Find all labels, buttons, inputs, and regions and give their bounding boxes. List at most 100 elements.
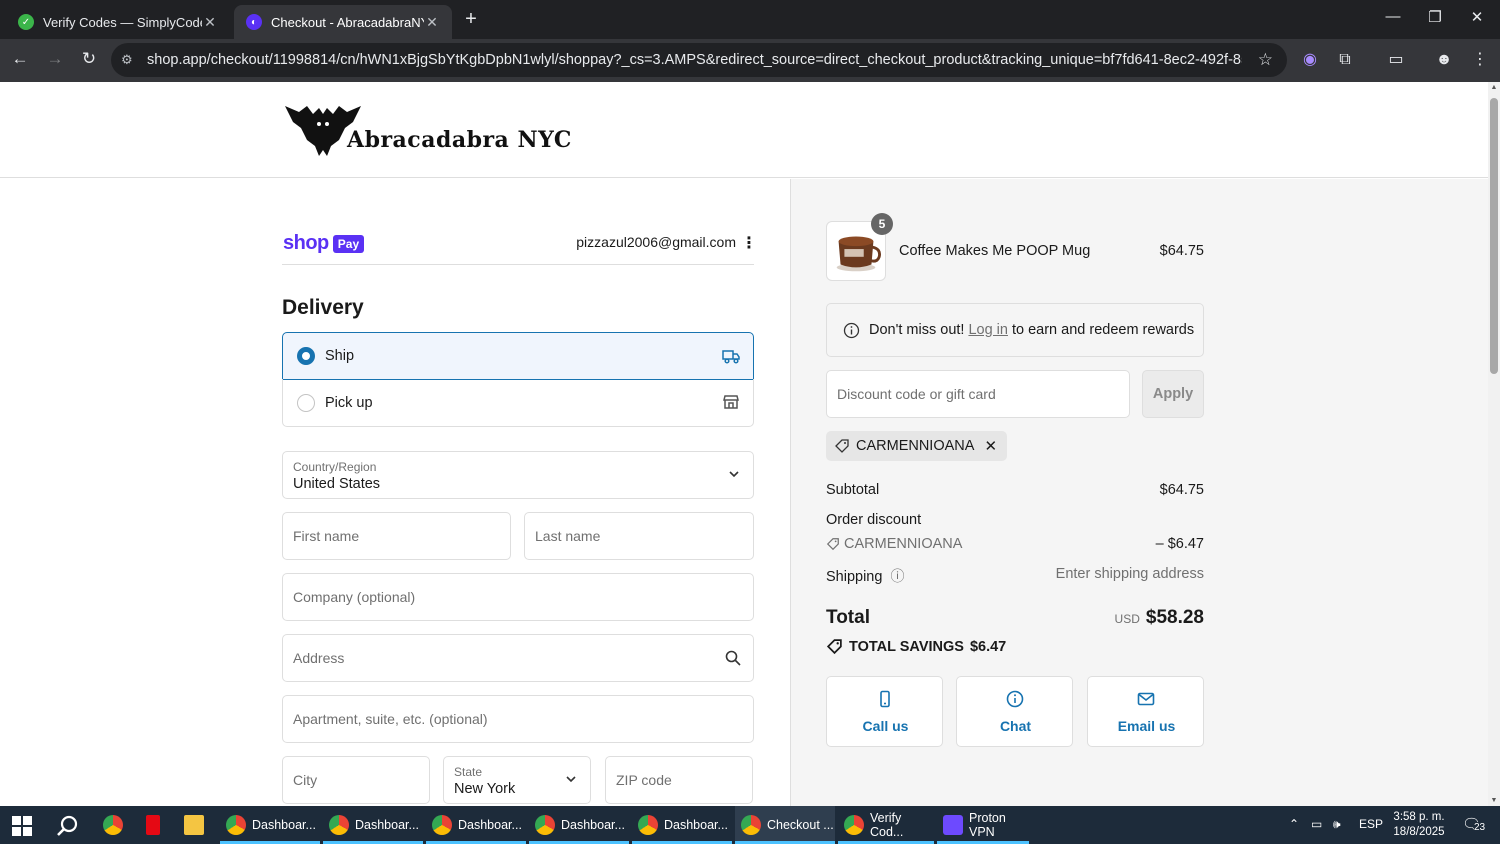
country-value: United States xyxy=(293,476,381,492)
proton-vpn-icon xyxy=(943,815,963,835)
tab-title: Verify Codes — SimplyCodes xyxy=(43,14,202,30)
browser-menu-icon[interactable]: ⋮ xyxy=(1468,48,1492,72)
taskbar-app-checkout[interactable]: Checkout ... xyxy=(735,806,835,844)
discount-code-row: CARMENNIOANA – $6.47 xyxy=(826,536,1204,555)
tab-checkout[interactable]: ◐ Checkout - AbracadabraNYC ✕ xyxy=(234,5,452,39)
close-tab-icon[interactable]: ✕ xyxy=(202,14,218,31)
shipping-help-icon[interactable]: ⓘ xyxy=(890,568,904,584)
company-placeholder: Company (optional) xyxy=(293,589,416,605)
shop-favicon-icon: ◐ xyxy=(246,14,262,30)
taskbar-app-dashboard-2[interactable]: Dashboar... xyxy=(323,806,423,844)
taskbar-app-proton-vpn[interactable]: Proton VPN xyxy=(937,806,1029,844)
reload-button[interactable]: ↻ xyxy=(77,49,101,69)
restore-button[interactable]: ❐ xyxy=(1420,8,1450,26)
close-tab-icon[interactable]: ✕ xyxy=(424,14,440,31)
language-indicator[interactable]: ESP xyxy=(1359,817,1383,831)
tray-overflow-icon[interactable]: ⌃ xyxy=(1289,817,1299,831)
scroll-up-arrow-icon[interactable]: ▲ xyxy=(1490,84,1498,91)
zip-field[interactable]: ZIP code xyxy=(605,756,753,804)
profile-avatar[interactable]: ☻ xyxy=(1432,48,1456,72)
order-discount-row: Order discount xyxy=(826,512,1204,528)
rewards-suffix: to earn and redeem rewards xyxy=(1011,322,1195,338)
url-text[interactable]: shop.app/checkout/11998814/cn/hWN1xBjgSb… xyxy=(147,52,1242,68)
shop-pay-logo: shop Pay xyxy=(283,232,365,255)
taskbar-search-icon[interactable] xyxy=(56,814,80,838)
pickup-radio[interactable] xyxy=(297,393,315,412)
apply-discount-button[interactable]: Apply xyxy=(1142,370,1204,418)
taskbar-app-dashboard-5[interactable]: Dashboar... xyxy=(632,806,732,844)
cast-icon[interactable]: ▭ xyxy=(1384,48,1408,72)
remove-discount-icon[interactable]: ✕ xyxy=(984,437,997,455)
first-name-field[interactable]: First name xyxy=(282,512,511,560)
store-header: Abracadabra NYC xyxy=(0,82,1488,178)
scroll-down-arrow-icon[interactable]: ▼ xyxy=(1490,797,1498,804)
taskbar-app-label: Checkout ... xyxy=(767,818,834,832)
windows-start-icon[interactable] xyxy=(12,816,32,836)
network-icon[interactable]: ▭ xyxy=(1311,817,1322,831)
search-icon xyxy=(725,650,741,666)
ship-radio[interactable] xyxy=(297,347,315,365)
extension-icon[interactable]: ◉ xyxy=(1298,48,1322,72)
clock-date: 18/8/2025 xyxy=(1393,826,1445,838)
call-us-label: Call us xyxy=(862,718,909,734)
notification-center-icon[interactable]: 🗨 23 xyxy=(1462,815,1486,835)
volume-icon[interactable]: 🕪 xyxy=(1333,817,1341,832)
scrollbar-thumb[interactable] xyxy=(1490,98,1498,374)
taskbar-app-dashboard-3[interactable]: Dashboar... xyxy=(426,806,526,844)
chat-button[interactable]: Chat xyxy=(956,676,1073,747)
forward-button[interactable]: → xyxy=(43,49,67,69)
company-field[interactable]: Company (optional) xyxy=(282,573,754,621)
delivery-option-pickup[interactable]: Pick up xyxy=(282,379,754,427)
extensions-puzzle-icon[interactable]: ⧉ xyxy=(1333,48,1357,72)
address-placeholder: Address xyxy=(293,650,345,666)
netflix-icon[interactable] xyxy=(146,815,160,835)
taskbar-app-label: Dashboar... xyxy=(355,818,419,832)
close-window-button[interactable]: ✕ xyxy=(1462,8,1492,26)
city-field[interactable]: City xyxy=(282,756,430,804)
apartment-field[interactable]: Apartment, suite, etc. (optional) xyxy=(282,695,754,743)
summary-discount-code: CARMENNIOANA xyxy=(844,536,963,552)
last-name-field[interactable]: Last name xyxy=(524,512,754,560)
address-field[interactable]: Address xyxy=(282,634,754,682)
chrome-profile-icon xyxy=(741,815,761,835)
rewards-prefix: Don't miss out! xyxy=(869,322,965,338)
shipping-label: Shipping xyxy=(826,569,883,585)
quantity-badge: 5 xyxy=(871,213,893,235)
taskbar-app-label: Dashboar... xyxy=(664,818,728,832)
bookmark-star-icon[interactable]: ☆ xyxy=(1258,50,1273,70)
total-currency: USD xyxy=(1114,612,1140,626)
account-menu-icon[interactable]: ⋮ xyxy=(741,233,757,253)
state-value: New York xyxy=(454,781,516,797)
back-button[interactable]: ← xyxy=(8,49,32,69)
total-savings: TOTAL SAVINGS $6.47 xyxy=(826,638,1006,655)
shop-pay-badge: Pay xyxy=(332,234,365,253)
site-settings-icon[interactable]: ⚙ xyxy=(121,52,137,68)
taskbar-app-dashboard-4[interactable]: Dashboar... xyxy=(529,806,629,844)
state-select[interactable]: State New York xyxy=(443,756,591,804)
shipping-row: Shipping ⓘ Enter shipping address xyxy=(826,566,1204,586)
taskbar-clock[interactable]: 3:58 p. m. 18/8/2025 xyxy=(1388,810,1450,840)
taskbar-app-verify-codes[interactable]: Verify Cod... xyxy=(838,806,934,844)
email-us-button[interactable]: Email us xyxy=(1087,676,1204,747)
ship-label: Ship xyxy=(325,348,355,364)
file-explorer-icon[interactable] xyxy=(184,815,204,835)
chevron-down-icon xyxy=(566,776,576,783)
discount-code-input[interactable]: Discount code or gift card xyxy=(826,370,1130,418)
country-select[interactable]: Country/Region United States xyxy=(282,451,754,499)
page-scrollbar[interactable]: ▲ ▼ xyxy=(1488,82,1500,806)
chrome-icon[interactable] xyxy=(103,815,123,835)
address-bar[interactable]: ⚙ shop.app/checkout/11998814/cn/hWN1xBjg… xyxy=(111,43,1287,77)
minimize-button[interactable]: — xyxy=(1378,8,1408,25)
chat-label: Chat xyxy=(999,718,1032,734)
envelope-icon xyxy=(1137,692,1155,706)
taskbar-app-dashboard-1[interactable]: Dashboar... xyxy=(220,806,320,844)
tag-icon xyxy=(835,439,849,453)
login-link[interactable]: Log in xyxy=(968,322,1008,338)
taskbar-app-label: Verify Cod... xyxy=(870,811,904,839)
delivery-option-ship[interactable]: Ship xyxy=(282,332,754,380)
store-logo[interactable]: Abracadabra NYC xyxy=(283,100,572,158)
tab-verify-codes[interactable]: ✓ Verify Codes — SimplyCodes ✕ xyxy=(6,5,230,39)
new-tab-button[interactable]: + xyxy=(460,8,482,31)
call-us-button[interactable]: Call us xyxy=(826,676,943,747)
taskbar-app-label: Proton VPN xyxy=(969,811,1006,839)
